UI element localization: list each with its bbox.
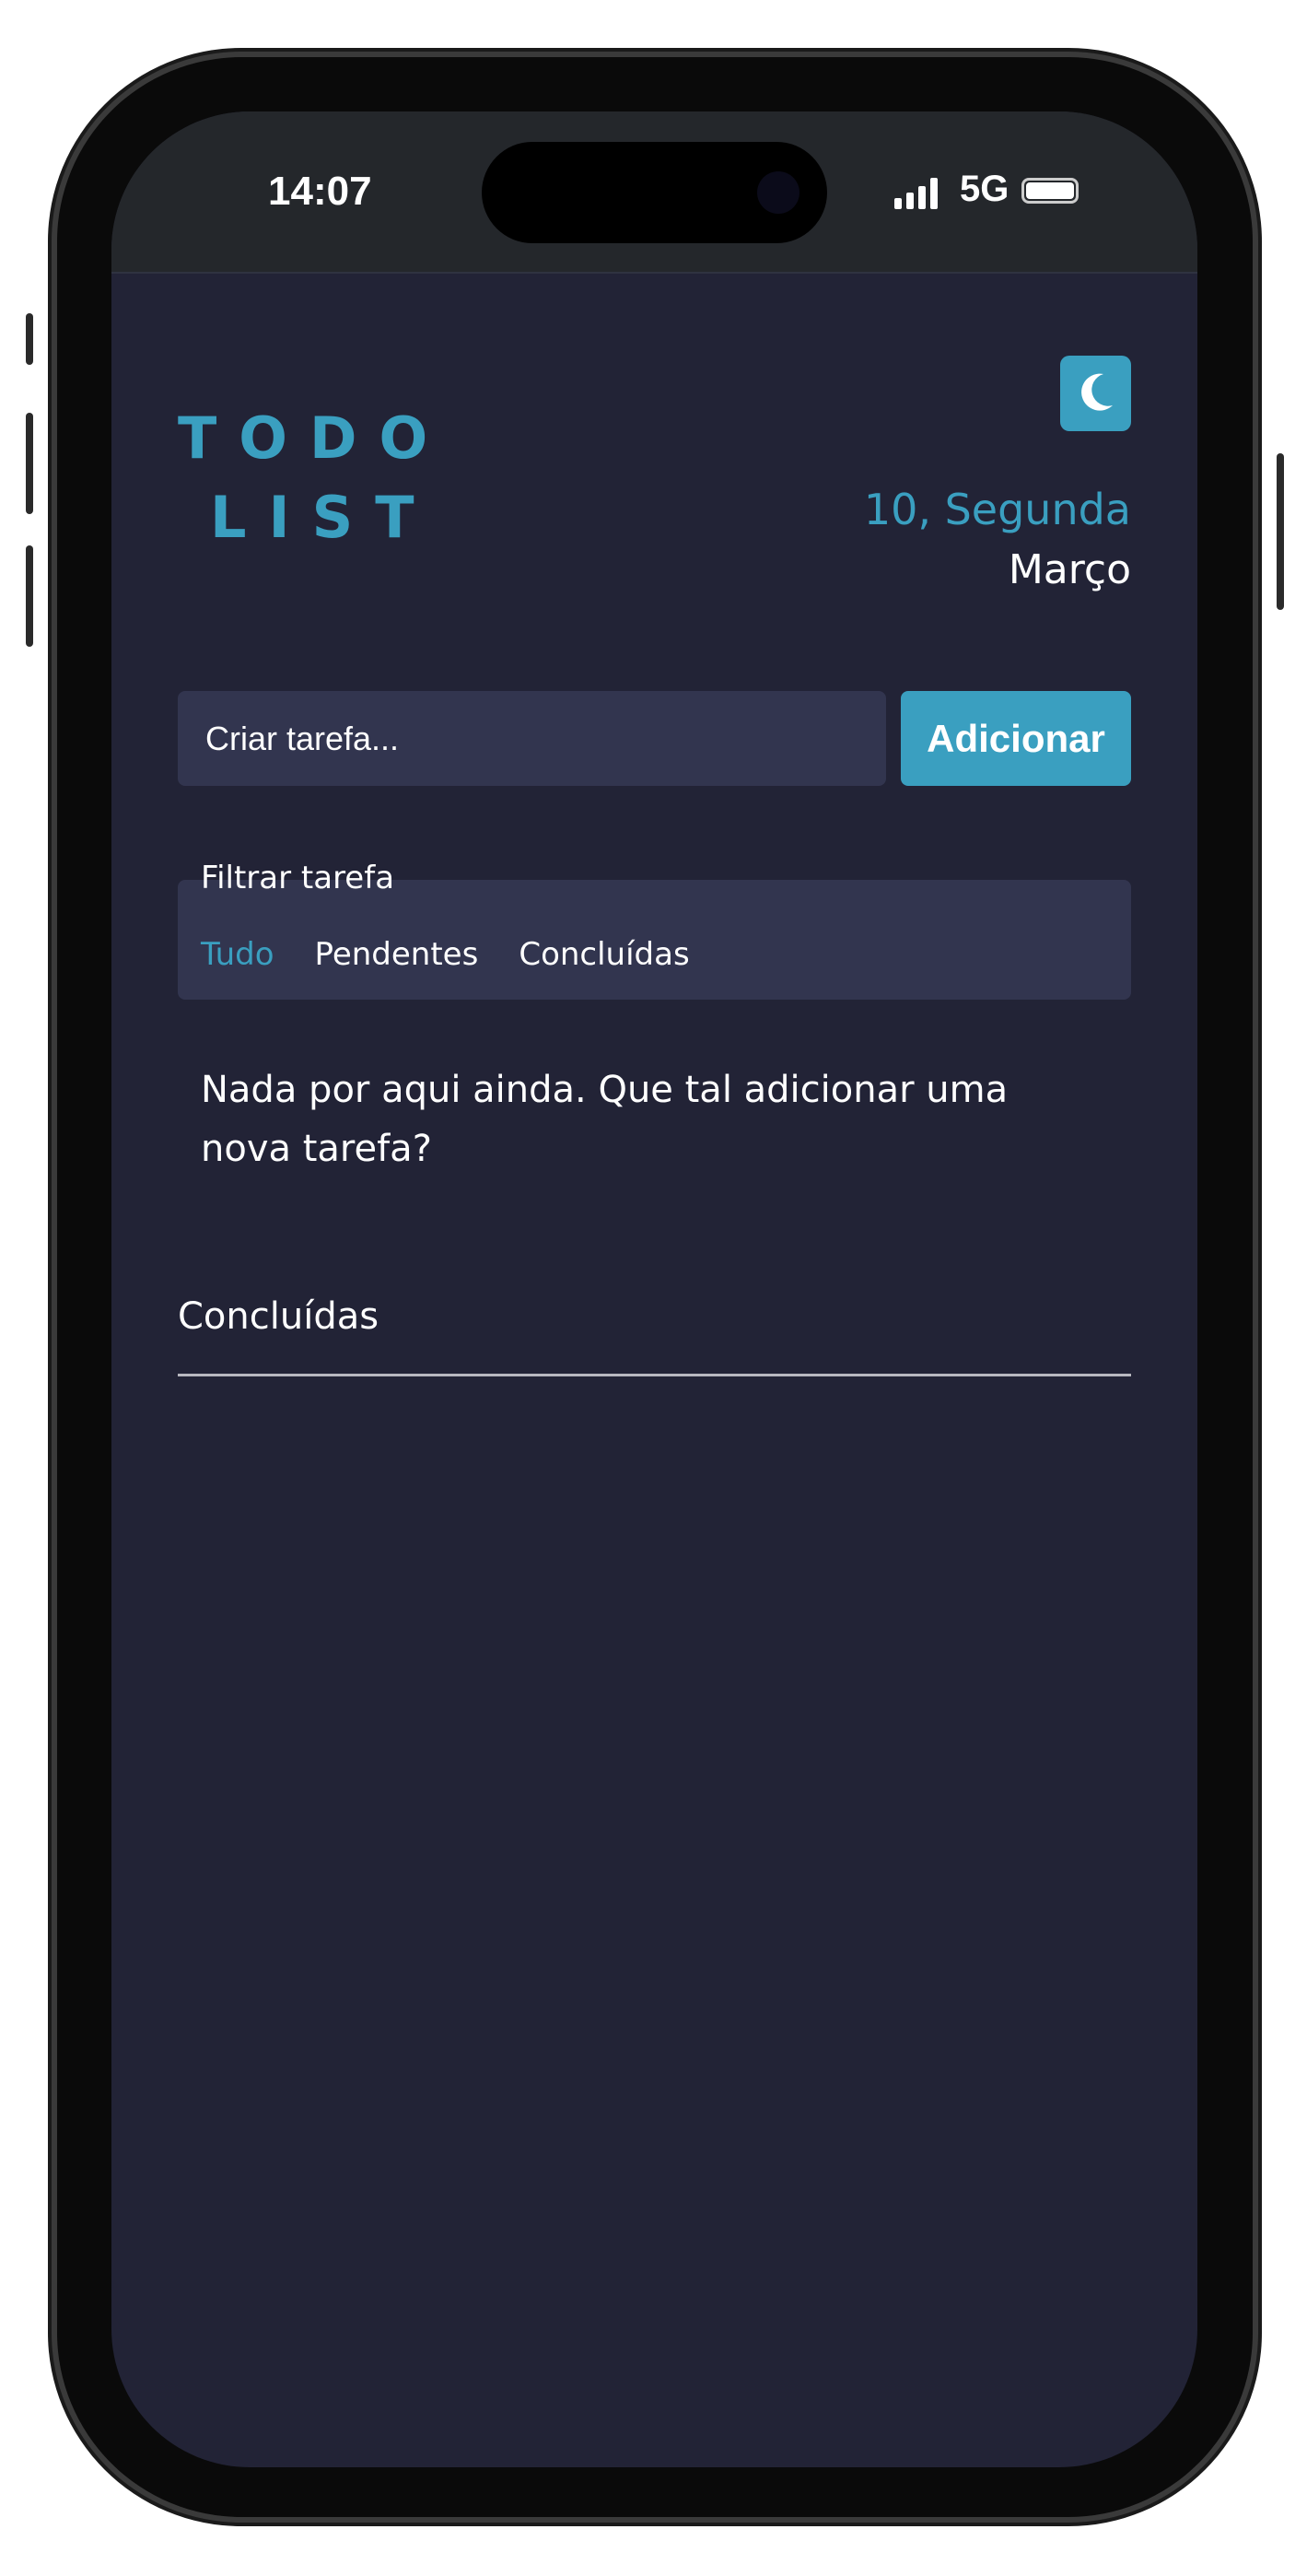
power-button <box>1277 453 1284 610</box>
dynamic-island <box>482 142 827 243</box>
theme-toggle-button[interactable] <box>1060 356 1131 431</box>
completed-section-title: Concluídas <box>178 1295 379 1338</box>
filter-pending[interactable]: Pendentes <box>315 936 479 973</box>
volume-up-button <box>26 413 33 514</box>
new-task-input[interactable] <box>178 691 886 786</box>
logo-line-1: TODO <box>178 404 450 472</box>
filter-label: Filtrar tarefa <box>201 860 395 896</box>
logo-line-2: LIST <box>210 484 437 551</box>
add-task-button[interactable]: Adicionar <box>901 691 1131 786</box>
empty-state-message: Nada por aqui ainda. Que tal adicionar u… <box>201 1069 1009 1170</box>
divider <box>178 1374 1131 1376</box>
signal-bars-icon <box>894 178 938 209</box>
moon-icon <box>1080 373 1113 411</box>
date-day: 10, Segunda <box>863 485 1131 534</box>
action-button <box>26 313 33 365</box>
filter-all[interactable]: Tudo <box>201 936 274 973</box>
filter-completed[interactable]: Concluídas <box>519 936 689 973</box>
app-screen: 14:07 5G TODO LIST 10, Segunda Março Adi… <box>111 111 1197 2467</box>
status-bar: 14:07 5G <box>111 111 1197 274</box>
network-type: 5G <box>960 169 1009 209</box>
volume-down-button <box>26 545 33 647</box>
camera-icon <box>757 171 799 214</box>
date-month: Março <box>1008 546 1131 593</box>
status-time: 14:07 <box>268 169 372 214</box>
filter-options: Tudo Pendentes Concluídas <box>201 936 690 973</box>
battery-icon <box>1021 178 1079 204</box>
